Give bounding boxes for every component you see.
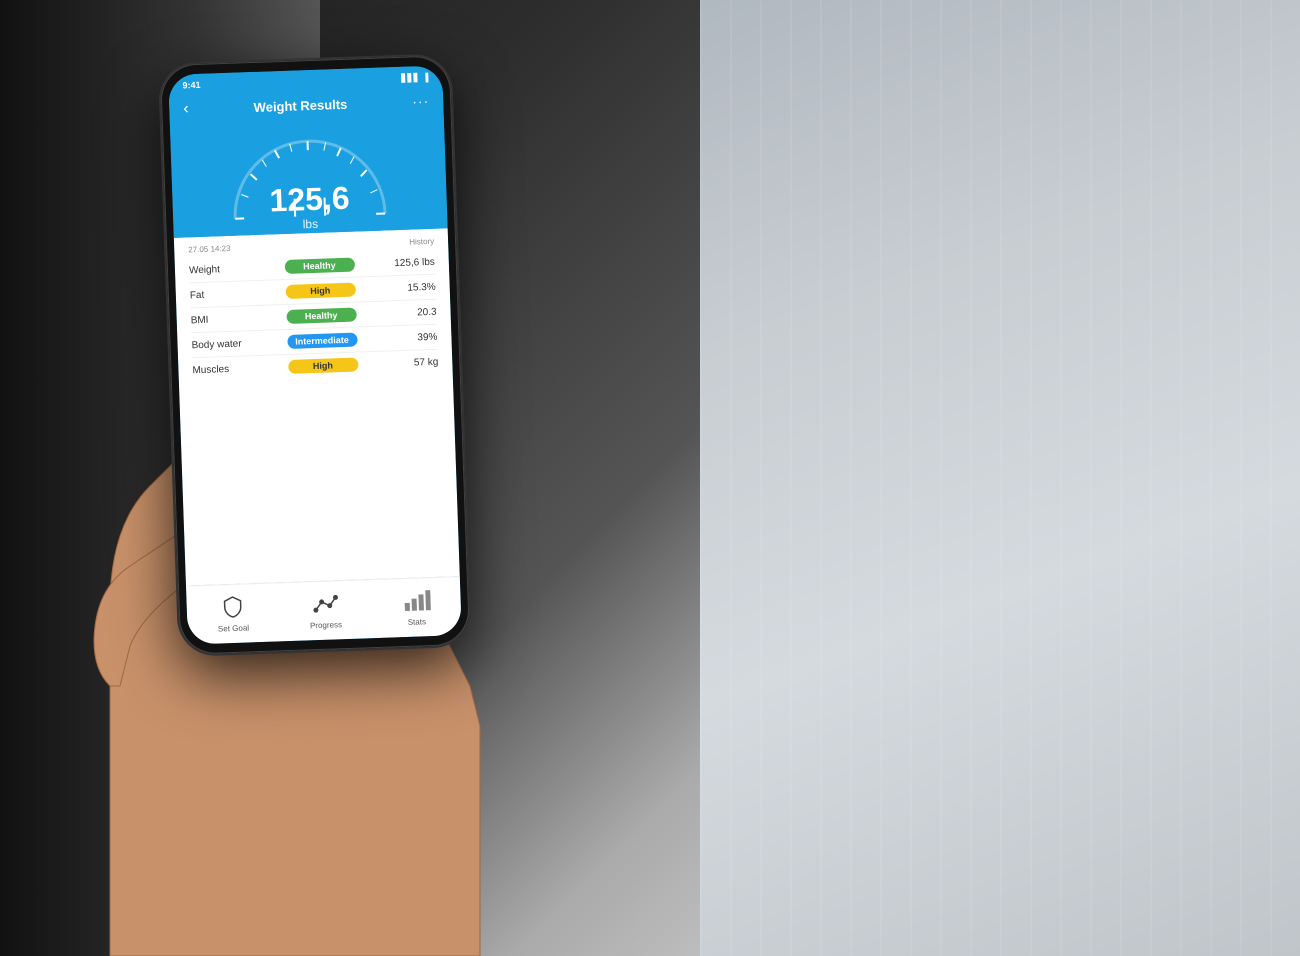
set-goal-nav[interactable]: Set Goal — [217, 592, 250, 633]
fat-label: Fat — [190, 288, 250, 301]
weight-value: 125,6 — [269, 182, 350, 217]
gauge: 125,6 lbs — [217, 125, 400, 226]
phone: 9:41 ▋▋▋ ▐ ‹ Weight Results ··· — [160, 55, 470, 655]
history-label: History — [409, 237, 434, 247]
page-title: Weight Results — [253, 96, 347, 114]
weight-value-text: 125,6 lbs — [390, 256, 435, 269]
phone-body: 9:41 ▋▋▋ ▐ ‹ Weight Results ··· — [160, 55, 470, 655]
stats-icon — [402, 586, 431, 615]
measurement-date: 27.05 14:23 — [188, 244, 231, 254]
progress-label: Progress — [310, 620, 342, 630]
phone-screen: 9:41 ▋▋▋ ▐ ‹ Weight Results ··· — [168, 65, 462, 644]
gauge-section: 125,6 lbs — [170, 117, 448, 237]
weight-unit: lbs — [270, 216, 351, 233]
weight-badge: Healthy — [284, 258, 354, 274]
shield-icon — [218, 593, 247, 622]
stats-nav[interactable]: Stats — [402, 586, 431, 627]
status-icons: ▋▋▋ ▐ — [401, 72, 428, 82]
muscles-value: 57 kg — [393, 356, 438, 369]
set-goal-label: Set Goal — [218, 623, 249, 633]
data-section: 27.05 14:23 History Weight Healthy 125,6… — [174, 228, 460, 585]
back-button[interactable]: ‹ — [183, 100, 189, 118]
bmi-badge: Healthy — [286, 308, 356, 324]
more-button[interactable]: ··· — [412, 93, 430, 110]
bottom-nav: Set Goal Prog — [186, 576, 462, 645]
scene: 9:41 ▋▋▋ ▐ ‹ Weight Results ··· — [0, 0, 1300, 956]
muscles-badge: High — [288, 358, 358, 374]
weight-label: Weight — [189, 263, 249, 276]
progress-icon — [311, 589, 340, 618]
stats-label: Stats — [408, 617, 427, 627]
muscles-label: Muscles — [192, 363, 252, 376]
weight-display: 125,6 lbs — [269, 182, 351, 233]
fat-badge: High — [285, 283, 355, 299]
status-time: 9:41 — [182, 80, 200, 91]
battery-icon: ▐ — [423, 72, 429, 81]
fat-value: 15.3% — [391, 281, 436, 294]
bmi-value: 20.3 — [391, 306, 436, 319]
body-water-badge: Intermediate — [287, 333, 357, 349]
signal-icon: ▋▋▋ — [401, 73, 420, 83]
bmi-label: BMI — [191, 313, 251, 326]
body-water-label: Body water — [191, 338, 251, 351]
body-water-value: 39% — [392, 331, 437, 344]
progress-nav[interactable]: Progress — [309, 589, 342, 630]
